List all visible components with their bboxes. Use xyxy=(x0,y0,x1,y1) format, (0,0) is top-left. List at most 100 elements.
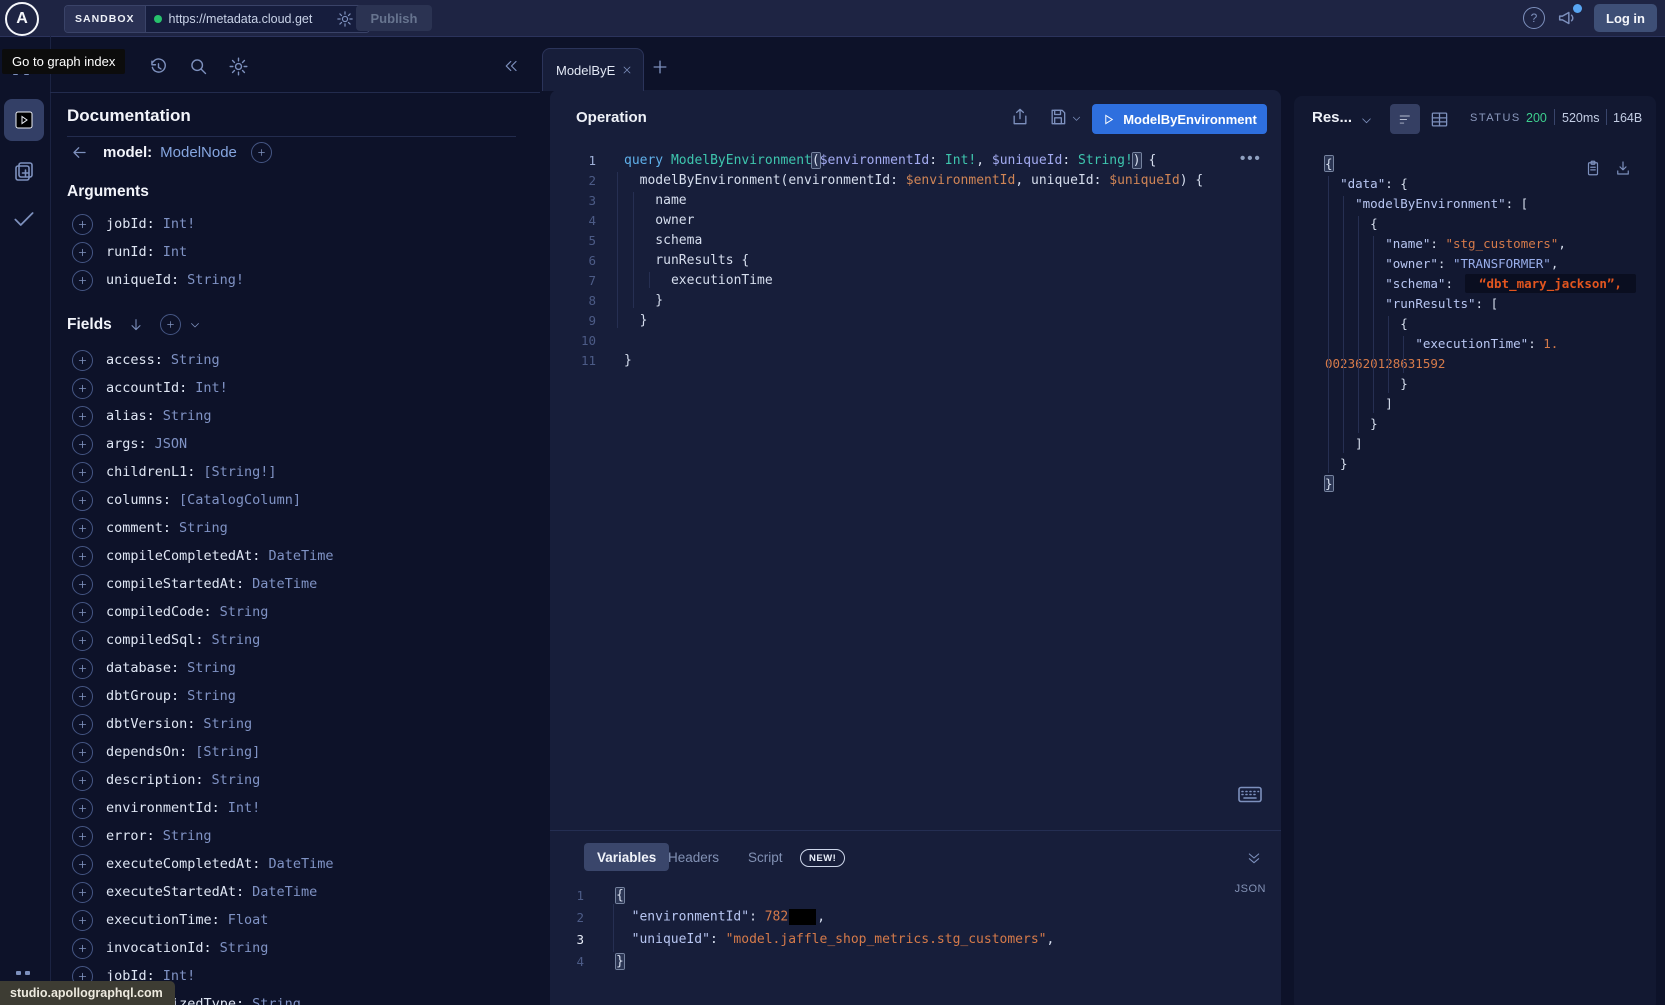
add-to-operation-icon[interactable] xyxy=(72,826,93,847)
add-to-operation-icon[interactable] xyxy=(72,406,93,427)
tab-modelbyenvironment[interactable]: ModelByEnvi... xyxy=(542,48,644,91)
search-icon[interactable] xyxy=(188,56,210,78)
response-table-view-icon[interactable] xyxy=(1430,110,1449,129)
add-to-operation-icon[interactable] xyxy=(72,742,93,763)
help-icon[interactable]: ? xyxy=(1523,7,1545,29)
field-name[interactable]: comment: xyxy=(106,520,171,536)
add-to-operation-icon[interactable] xyxy=(72,602,93,623)
field-type[interactable]: Int xyxy=(163,244,187,260)
field-type[interactable]: DateTime xyxy=(252,884,317,900)
field-name[interactable]: executeCompletedAt: xyxy=(106,856,260,872)
field-type[interactable]: String xyxy=(163,408,212,424)
field-name[interactable]: compiledSql: xyxy=(106,632,204,648)
field-type[interactable]: String xyxy=(171,352,220,368)
field-type[interactable]: Int! xyxy=(228,800,261,816)
field-name[interactable]: dependsOn: xyxy=(106,744,187,760)
field-name[interactable]: environmentId: xyxy=(106,800,220,816)
add-to-operation-icon[interactable] xyxy=(72,714,93,735)
add-to-operation-icon[interactable] xyxy=(72,270,93,291)
add-field-icon[interactable] xyxy=(251,142,272,163)
add-to-operation-icon[interactable] xyxy=(72,546,93,567)
add-to-operation-icon[interactable] xyxy=(72,658,93,679)
field-name[interactable]: columns: xyxy=(106,492,171,508)
field-name[interactable]: compiledCode: xyxy=(106,604,212,620)
field-name[interactable]: access: xyxy=(106,352,163,368)
field-name[interactable]: accountId: xyxy=(106,380,187,396)
sidebar-item-collections[interactable] xyxy=(11,158,37,184)
field-type[interactable]: String xyxy=(187,688,236,704)
save-icon[interactable] xyxy=(1048,107,1068,127)
field-type[interactable]: String xyxy=(220,940,269,956)
field-type[interactable]: DateTime xyxy=(268,856,333,872)
field-name[interactable]: alias: xyxy=(106,408,155,424)
field-name[interactable]: compileCompletedAt: xyxy=(106,548,260,564)
field-type[interactable]: DateTime xyxy=(268,548,333,564)
field-name[interactable]: executeStartedAt: xyxy=(106,884,244,900)
field-name[interactable]: runId: xyxy=(106,244,155,260)
variables-editor[interactable]: 1{2 "environmentId": 782,3 "uniqueId": "… xyxy=(550,884,1281,972)
endpoint-settings-gear-icon[interactable] xyxy=(336,10,354,28)
doc-settings-gear-icon[interactable] xyxy=(228,56,250,78)
field-type[interactable]: String xyxy=(212,772,261,788)
tab-variables[interactable]: Variables xyxy=(584,843,669,871)
share-icon[interactable] xyxy=(1010,107,1030,127)
add-to-operation-icon[interactable] xyxy=(72,214,93,235)
field-type[interactable]: [String!] xyxy=(203,464,276,480)
add-to-operation-icon[interactable] xyxy=(72,518,93,539)
field-type[interactable]: String xyxy=(212,632,261,648)
field-name[interactable]: description: xyxy=(106,772,204,788)
field-name[interactable]: uniqueId: xyxy=(106,272,179,288)
field-name[interactable]: database: xyxy=(106,660,179,676)
field-name[interactable]: compileStartedAt: xyxy=(106,576,244,592)
add-to-operation-icon[interactable] xyxy=(72,574,93,595)
response-chevron-down-icon[interactable] xyxy=(1360,114,1373,127)
announcements-megaphone-icon[interactable] xyxy=(1556,7,1580,29)
sidebar-item-explorer[interactable] xyxy=(4,99,44,141)
add-all-fields-icon[interactable] xyxy=(160,314,181,335)
tab-script[interactable]: Script xyxy=(748,843,783,871)
tab-headers[interactable]: Headers xyxy=(668,843,719,871)
field-name[interactable]: childrenL1: xyxy=(106,464,195,480)
operation-editor[interactable]: 1query ModelByEnvironment($environmentId… xyxy=(550,150,1281,370)
add-to-operation-icon[interactable] xyxy=(72,686,93,707)
add-to-operation-icon[interactable] xyxy=(72,798,93,819)
field-type[interactable]: String! xyxy=(187,272,244,288)
field-type[interactable]: String xyxy=(163,828,212,844)
field-type[interactable]: String xyxy=(179,520,228,536)
field-type[interactable]: JSON xyxy=(155,436,188,452)
history-icon[interactable] xyxy=(148,56,170,78)
field-type[interactable]: String xyxy=(203,716,252,732)
back-arrow-icon[interactable] xyxy=(70,143,89,162)
field-name[interactable]: error: xyxy=(106,828,155,844)
run-operation-button[interactable]: ModelByEnvironment xyxy=(1092,104,1267,134)
sidebar-item-checklist[interactable] xyxy=(11,206,37,232)
field-type[interactable]: DateTime xyxy=(252,576,317,592)
sort-descending-icon[interactable] xyxy=(128,317,144,333)
add-to-operation-icon[interactable] xyxy=(72,854,93,875)
response-viewer[interactable]: { "data": { "modelByEnvironment": [ { "n… xyxy=(1294,153,1656,493)
add-to-operation-icon[interactable] xyxy=(72,882,93,903)
chevron-down-icon[interactable] xyxy=(189,319,201,331)
publish-button[interactable]: Publish xyxy=(356,5,432,31)
response-json-view-button[interactable] xyxy=(1390,104,1420,134)
field-name[interactable]: executionTime: xyxy=(106,912,220,928)
field-type[interactable]: Float xyxy=(228,912,269,928)
field-name[interactable]: dbtVersion: xyxy=(106,716,195,732)
field-name[interactable]: args: xyxy=(106,436,147,452)
sidebar-item-more-dot[interactable] xyxy=(25,971,30,975)
add-to-operation-icon[interactable] xyxy=(72,242,93,263)
field-name[interactable]: jobId: xyxy=(106,216,155,232)
breadcrumb-type[interactable]: ModelNode xyxy=(160,144,237,161)
add-to-operation-icon[interactable] xyxy=(72,462,93,483)
keyboard-shortcuts-icon[interactable] xyxy=(1238,786,1262,803)
add-to-operation-icon[interactable] xyxy=(72,350,93,371)
endpoint-input[interactable]: https://metadata.cloud.get xyxy=(146,6,369,32)
field-type[interactable]: Int! xyxy=(163,216,196,232)
field-type[interactable]: [CatalogColumn] xyxy=(179,492,301,508)
field-type[interactable]: Int! xyxy=(195,380,228,396)
add-to-operation-icon[interactable] xyxy=(72,434,93,455)
add-to-operation-icon[interactable] xyxy=(72,938,93,959)
field-type[interactable]: String xyxy=(220,604,269,620)
save-chevron-down-icon[interactable] xyxy=(1071,113,1082,124)
field-type[interactable]: String xyxy=(252,996,301,1005)
